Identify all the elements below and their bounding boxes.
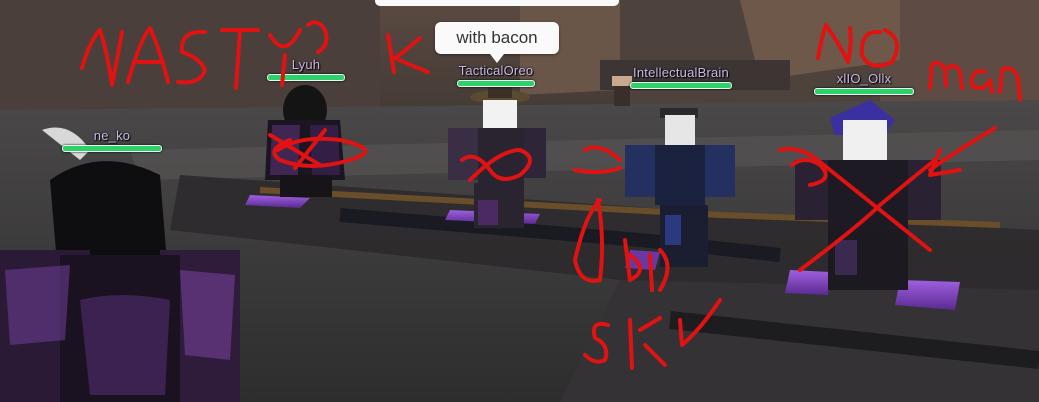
nametag-intellectualbrain: IntellectualBrain	[630, 66, 732, 89]
chat-bubble: with bacon	[435, 22, 559, 54]
player-name: xlIO_Ollx	[836, 71, 892, 86]
player-name: ne_ko	[93, 128, 131, 143]
chat-bubble-text: with bacon	[456, 28, 538, 47]
player-name: Lyuh	[291, 57, 321, 72]
health-bar	[814, 88, 914, 95]
health-bar	[267, 74, 345, 81]
nametag-tacticaloreo: TacticalOreo	[457, 64, 535, 87]
nametag-lyuh: Lyuh	[267, 58, 345, 81]
chat-bubble-tail	[490, 54, 504, 63]
nametag-ne-ko: ne_ko	[62, 129, 162, 152]
player-name: IntellectualBrain	[633, 65, 729, 80]
health-bar	[457, 80, 535, 87]
nametag-xlio-ollx: xlIO_Ollx	[814, 72, 914, 95]
player-name: TacticalOreo	[458, 63, 534, 78]
game-scene	[0, 0, 1039, 402]
chat-bubble-previous	[375, 0, 619, 6]
health-bar	[630, 82, 732, 89]
health-bar	[62, 145, 162, 152]
